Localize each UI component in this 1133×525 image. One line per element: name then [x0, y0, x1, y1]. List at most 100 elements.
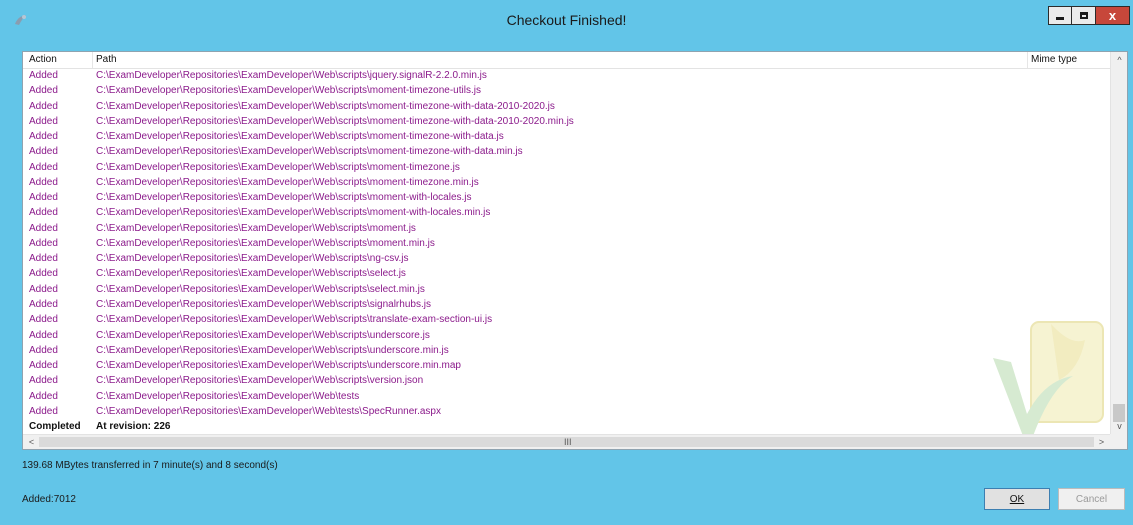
maximize-icon [1079, 12, 1088, 19]
title-bar[interactable]: Checkout Finished! x [0, 0, 1133, 40]
ok-button[interactable]: OK [984, 488, 1050, 510]
minimize-icon [1056, 17, 1064, 20]
cell-action: Added [29, 237, 58, 249]
column-divider[interactable] [92, 52, 93, 68]
cell-path: C:\ExamDeveloper\Repositories\ExamDevelo… [96, 314, 493, 326]
list-header: Action Path Mime type [23, 52, 1110, 69]
maximize-button[interactable] [1072, 6, 1096, 25]
column-header-action[interactable]: Action [29, 54, 57, 65]
vertical-scrollbar[interactable]: ^ v [1110, 52, 1127, 434]
table-row[interactable]: Added C:\ExamDeveloper\Repositories\ExamD… [23, 175, 1110, 190]
cell-action: Added [29, 283, 58, 295]
scroll-left-arrow-icon[interactable]: < [23, 434, 40, 449]
cell-action: Added [29, 253, 58, 265]
results-list[interactable]: Action Path Mime type Added C:\ExamDevelo… [22, 51, 1128, 450]
cell-action: Added [29, 390, 58, 402]
table-row[interactable]: Added C:\ExamDeveloper\Repositories\ExamD… [23, 358, 1110, 373]
cell-action: Added [29, 192, 58, 204]
cell-path: C:\ExamDeveloper\Repositories\ExamDevelo… [96, 161, 460, 173]
cell-action: Added [29, 207, 58, 219]
table-row[interactable]: Added C:\ExamDeveloper\Repositories\ExamD… [23, 205, 1110, 220]
cell-path: C:\ExamDeveloper\Repositories\ExamDevelo… [96, 85, 481, 97]
cell-path: C:\ExamDeveloper\Repositories\ExamDevelo… [96, 70, 487, 81]
cell-path: C:\ExamDeveloper\Repositories\ExamDevelo… [96, 268, 406, 280]
column-header-path[interactable]: Path [96, 54, 117, 65]
cell-path: C:\ExamDeveloper\Repositories\ExamDevelo… [96, 115, 574, 127]
scroll-down-arrow-icon[interactable]: v [1111, 418, 1127, 434]
transfer-summary: 139.68 MBytes transferred in 7 minute(s)… [22, 460, 278, 471]
table-row[interactable]: Added C:\ExamDeveloper\Repositories\ExamD… [23, 144, 1110, 159]
cell-action: Added [29, 222, 58, 234]
cell-action: Added [29, 360, 58, 372]
cell-action: Added [29, 115, 58, 127]
cell-path: C:\ExamDeveloper\Repositories\ExamDevelo… [96, 360, 461, 372]
table-row[interactable]: Added C:\ExamDeveloper\Repositories\ExamD… [23, 297, 1110, 312]
cell-action: Completed [29, 421, 81, 433]
cancel-button-label: Cancel [1075, 493, 1108, 505]
table-row[interactable]: Added C:\ExamDeveloper\Repositories\ExamD… [23, 236, 1110, 251]
table-row[interactable]: Added C:\ExamDeveloper\Repositories\ExamD… [23, 99, 1110, 114]
cell-action: Added [29, 344, 58, 356]
cell-path: C:\ExamDeveloper\Repositories\ExamDevelo… [96, 298, 431, 310]
added-count: Added:7012 [22, 494, 76, 505]
cell-action: Added [29, 146, 58, 158]
table-row[interactable]: Added C:\ExamDeveloper\Repositories\ExamD… [23, 129, 1110, 144]
cell-action: Added [29, 70, 58, 81]
column-header-mime-type[interactable]: Mime type [1031, 54, 1077, 65]
horizontal-scroll-thumb[interactable]: III [39, 437, 1094, 447]
cell-path: C:\ExamDeveloper\Repositories\ExamDevelo… [96, 222, 416, 234]
cell-path: C:\ExamDeveloper\Repositories\ExamDevelo… [96, 405, 441, 417]
scroll-right-arrow-icon[interactable]: > [1093, 434, 1110, 449]
table-row[interactable]: Added C:\ExamDeveloper\Repositories\ExamD… [23, 404, 1110, 419]
table-row[interactable]: Added C:\ExamDeveloper\Repositories\ExamD… [23, 114, 1110, 129]
cell-action: Added [29, 176, 58, 188]
cell-path: C:\ExamDeveloper\Repositories\ExamDevelo… [96, 146, 523, 158]
close-button[interactable]: x [1096, 6, 1130, 25]
table-row[interactable]: Added C:\ExamDeveloper\Repositories\ExamD… [23, 389, 1110, 404]
table-row[interactable]: Added C:\ExamDeveloper\Repositories\ExamD… [23, 221, 1110, 236]
cell-path: C:\ExamDeveloper\Repositories\ExamDevelo… [96, 283, 425, 295]
cell-path: C:\ExamDeveloper\Repositories\ExamDevelo… [96, 131, 504, 143]
close-icon: x [1108, 8, 1117, 23]
cell-path: C:\ExamDeveloper\Repositories\ExamDevelo… [96, 390, 360, 402]
cell-path: C:\ExamDeveloper\Repositories\ExamDevelo… [96, 253, 409, 265]
cell-action: Added [29, 375, 58, 387]
scroll-up-arrow-icon[interactable]: ^ [1111, 52, 1127, 68]
cell-action: Added [29, 161, 58, 173]
cell-action: Added [29, 268, 58, 280]
column-divider[interactable] [1027, 52, 1028, 68]
scrollbar-corner [1110, 434, 1127, 449]
table-row[interactable]: Added C:\ExamDeveloper\Repositories\ExamD… [23, 312, 1110, 327]
table-row[interactable]: Completed At revision: 226 [23, 419, 1110, 434]
cell-path: C:\ExamDeveloper\Repositories\ExamDevelo… [96, 100, 555, 112]
table-row[interactable]: Added C:\ExamDeveloper\Repositories\ExamD… [23, 282, 1110, 297]
window-title: Checkout Finished! [506, 12, 627, 28]
cell-path: C:\ExamDeveloper\Repositories\ExamDevelo… [96, 329, 430, 341]
ok-button-label: OK [1009, 493, 1025, 505]
cell-action: Added [29, 329, 58, 341]
table-row[interactable]: Added C:\ExamDeveloper\Repositories\ExamD… [23, 160, 1110, 175]
cell-path: C:\ExamDeveloper\Repositories\ExamDevelo… [96, 176, 479, 188]
table-row[interactable]: Added C:\ExamDeveloper\Repositories\ExamD… [23, 83, 1110, 98]
cell-action: Added [29, 298, 58, 310]
cell-path: At revision: 226 [96, 421, 171, 433]
cell-path: C:\ExamDeveloper\Repositories\ExamDevelo… [96, 207, 491, 219]
cell-path: C:\ExamDeveloper\Repositories\ExamDevelo… [96, 237, 435, 249]
table-row[interactable]: Added C:\ExamDeveloper\Repositories\ExamD… [23, 266, 1110, 281]
cell-action: Added [29, 314, 58, 326]
table-row[interactable]: Added C:\ExamDeveloper\Repositories\ExamD… [23, 68, 1110, 83]
table-row[interactable]: Added C:\ExamDeveloper\Repositories\ExamD… [23, 251, 1110, 266]
table-row[interactable]: Added C:\ExamDeveloper\Repositories\ExamD… [23, 190, 1110, 205]
cancel-button[interactable]: Cancel [1058, 488, 1125, 510]
table-row[interactable]: Added C:\ExamDeveloper\Repositories\ExamD… [23, 343, 1110, 358]
cell-action: Added [29, 85, 58, 97]
table-row[interactable]: Added C:\ExamDeveloper\Repositories\ExamD… [23, 373, 1110, 388]
table-row[interactable]: Added C:\ExamDeveloper\Repositories\ExamD… [23, 328, 1110, 343]
cell-action: Added [29, 100, 58, 112]
cell-path: C:\ExamDeveloper\Repositories\ExamDevelo… [96, 344, 449, 356]
cell-action: Added [29, 131, 58, 143]
minimize-button[interactable] [1048, 6, 1072, 25]
cell-path: C:\ExamDeveloper\Repositories\ExamDevelo… [96, 375, 424, 387]
cell-action: Added [29, 405, 58, 417]
horizontal-scrollbar[interactable]: < III > [23, 434, 1110, 449]
